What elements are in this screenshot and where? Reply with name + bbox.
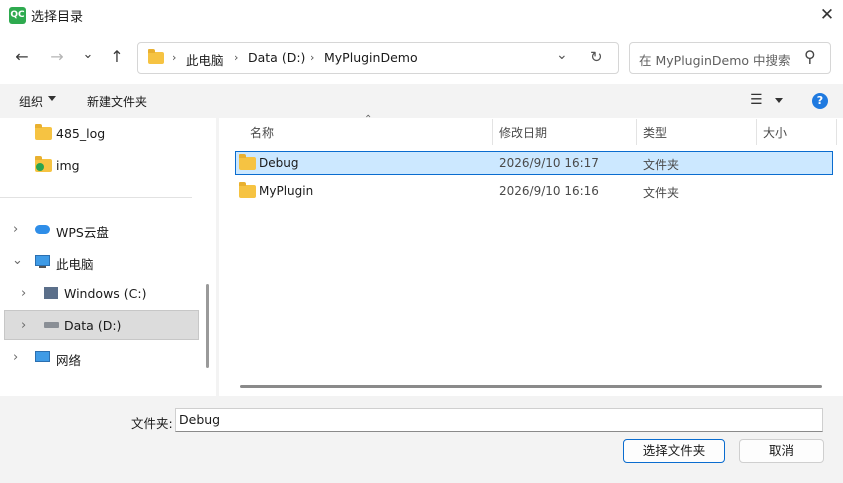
folder-icon xyxy=(35,124,52,140)
file-type: 文件夹 xyxy=(643,158,680,172)
search-box[interactable]: 在 MyPluginDemo 中搜索 ⚲ xyxy=(629,42,831,74)
file-name[interactable]: MyPlugin xyxy=(259,184,313,198)
breadcrumb-myplugindemo[interactable]: MyPluginDemo xyxy=(324,50,418,65)
title-bar: QC 选择目录 ✕ xyxy=(0,0,843,30)
divider xyxy=(0,197,192,198)
refresh-icon[interactable]: ↻ xyxy=(590,48,603,66)
tree-item-wps-cloud[interactable]: WPS云盘 xyxy=(56,222,109,241)
folder-icon xyxy=(239,182,256,198)
file-date: 2026/9/10 16:16 xyxy=(499,184,599,198)
column-divider[interactable] xyxy=(636,119,637,145)
tree-item-data-d[interactable]: Data (D:) xyxy=(64,318,121,333)
organize-menu[interactable]: 组织 xyxy=(19,93,43,110)
column-divider[interactable] xyxy=(492,119,493,145)
breadcrumb-separator: › xyxy=(310,51,315,64)
computer-icon xyxy=(35,255,50,266)
file-type: 文件夹 xyxy=(643,186,680,200)
new-folder-button[interactable]: 新建文件夹 xyxy=(87,93,147,110)
expand-chevron-icon[interactable]: › xyxy=(21,286,26,301)
expand-chevron-icon[interactable]: › xyxy=(13,222,18,237)
navigation-scrollbar[interactable] xyxy=(206,284,209,368)
computer-stand xyxy=(39,266,46,268)
horizontal-scrollbar[interactable] xyxy=(240,385,822,388)
image-folder-icon xyxy=(35,156,52,172)
expand-chevron-icon[interactable]: › xyxy=(21,318,26,333)
address-bar[interactable]: › 此电脑 › Data (D:) › MyPluginDemo ⌄ ↻ xyxy=(137,42,619,74)
search-icon[interactable]: ⚲ xyxy=(804,47,816,66)
column-header-size[interactable]: 大小 xyxy=(763,124,787,141)
folder-icon xyxy=(148,49,164,64)
forward-arrow-icon[interactable]: → xyxy=(45,45,69,69)
collapse-chevron-icon[interactable]: ⌄ xyxy=(12,253,23,268)
cancel-button[interactable]: 取消 xyxy=(739,439,824,463)
tree-item-img[interactable]: img xyxy=(56,158,80,173)
recent-locations-chevron-icon[interactable]: ⌄ xyxy=(76,43,100,67)
breadcrumb-separator: › xyxy=(234,51,239,64)
breadcrumb-data-drive[interactable]: Data (D:) xyxy=(248,50,305,65)
address-dropdown-icon[interactable]: ⌄ xyxy=(556,47,568,63)
app-icon: QC xyxy=(9,7,26,24)
tree-item-network[interactable]: 网络 xyxy=(56,350,81,369)
tree-item-485-log[interactable]: 485_log xyxy=(56,126,105,141)
view-dropdown-icon[interactable] xyxy=(775,98,783,103)
breadcrumb-separator: › xyxy=(172,51,177,64)
navigation-pane xyxy=(0,118,216,396)
tree-item-windows-c[interactable]: Windows (C:) xyxy=(64,286,146,301)
expand-chevron-icon[interactable]: › xyxy=(13,350,18,365)
folder-name-input[interactable]: Debug xyxy=(175,408,823,432)
select-folder-button[interactable]: 选择文件夹 xyxy=(623,439,725,463)
search-placeholder: 在 MyPluginDemo 中搜索 xyxy=(639,53,791,68)
column-header-date[interactable]: 修改日期 xyxy=(499,124,547,141)
close-button[interactable]: ✕ xyxy=(813,3,841,27)
tree-item-this-pc[interactable]: 此电脑 xyxy=(56,254,94,273)
check-badge-icon xyxy=(36,163,44,171)
drive-icon xyxy=(44,322,59,328)
file-name[interactable]: Debug xyxy=(259,156,298,170)
back-arrow-icon[interactable]: ← xyxy=(10,45,34,69)
file-date: 2026/9/10 16:17 xyxy=(499,156,599,170)
cloud-icon xyxy=(35,225,50,234)
window-title: 选择目录 xyxy=(31,10,84,25)
windows-drive-icon xyxy=(44,287,58,299)
breadcrumb-this-pc[interactable]: 此电脑 xyxy=(186,50,224,69)
organize-dropdown-icon xyxy=(48,96,56,101)
folder-icon xyxy=(239,154,256,170)
column-divider[interactable] xyxy=(836,119,837,145)
network-icon xyxy=(35,351,50,362)
help-icon[interactable]: ? xyxy=(812,93,828,109)
folder-field-label: 文件夹: xyxy=(131,416,173,431)
up-arrow-icon[interactable]: ↑ xyxy=(105,45,129,69)
column-divider[interactable] xyxy=(756,119,757,145)
column-header-name[interactable]: 名称 xyxy=(250,124,274,141)
sort-ascending-icon: ⌃ xyxy=(364,114,373,125)
column-header-type[interactable]: 类型 xyxy=(643,124,667,141)
view-options-icon[interactable]: ☰ xyxy=(750,92,763,108)
